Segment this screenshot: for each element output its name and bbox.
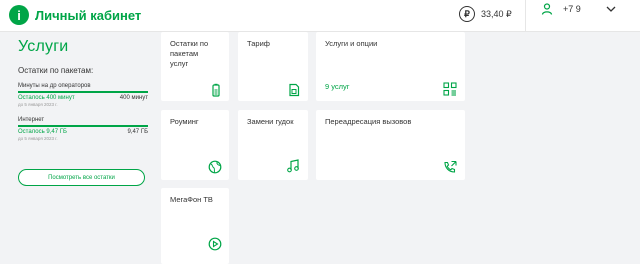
packages-label: Остатки по пакетам: [18,66,94,75]
tile-services-count: 9 услуг [325,82,350,91]
user-phone: +7 9 [563,4,581,14]
packages-sidebar: Услуги Остатки по пакетам: Минуты на др … [18,38,148,141]
package-until: до 5 января 2023 г. [18,136,58,141]
user-icon [541,3,553,15]
package-total: 9,47 ГБ [127,129,148,135]
package-minutes: Минуты на др операторов Осталось 400 мин… [18,83,148,107]
tile-label: Переадресация вызовов [325,117,412,126]
package-until: до 5 января 2023 г. [18,102,58,107]
package-remaining: Осталось 9,47 ГБ [18,129,67,135]
music-note-icon [287,159,299,173]
page-title: Услуги [18,38,69,55]
tile-label: Остатки по пакетам услуг [170,39,209,68]
package-progress-bar [18,91,148,93]
globe-icon [208,160,222,174]
view-all-remaining-button[interactable]: Посмотреть все остатки [18,169,145,186]
sim-card-icon [289,83,300,97]
tile-label: Тариф [247,39,270,48]
battery-icon [212,83,220,97]
package-remaining: Осталось 400 минут [18,95,75,101]
megafon-logo-icon: і [9,5,29,25]
package-progress-bar [18,125,148,127]
tile-megafon-tv[interactable]: МегаФон ТВ [161,188,229,264]
logo-text: Личный кабинет [35,7,142,23]
balance[interactable]: ₽ 33,40 ₽ [459,6,512,22]
tile-roaming[interactable]: Роуминг [161,110,229,180]
tile-label: Роуминг [170,117,199,126]
tile-call-forwarding[interactable]: Переадресация вызовов [316,110,465,180]
qr-list-icon [443,82,457,96]
package-internet: Интернет Осталось 9,47 ГБ 9,47 ГБ до 5 я… [18,117,148,141]
balance-amount: 33,40 ₽ [481,8,512,19]
tile-label: Услуги и опции [325,39,378,48]
tile-label: МегаФон ТВ [170,195,213,204]
top-bar: і Личный кабинет ₽ 33,40 ₽ +7 9 [0,0,640,32]
package-name: Минуты на др операторов [18,83,91,89]
tile-label: Замени гудок [247,117,294,126]
play-icon [208,237,222,251]
header-divider [525,0,526,32]
tile-package-remaining[interactable]: Остатки по пакетам услуг [161,32,229,101]
package-total: 400 минут [119,95,148,101]
call-forward-icon [444,160,457,173]
logo[interactable]: і Личный кабинет [9,5,141,25]
ruble-icon: ₽ [459,6,475,22]
tile-replace-ringback[interactable]: Замени гудок [238,110,308,180]
user-account[interactable]: +7 9 [541,3,581,15]
tile-tariff[interactable]: Тариф [238,32,308,101]
package-name: Интернет [18,117,45,123]
tile-services-options[interactable]: Услуги и опции 9 услуг [316,32,465,101]
chevron-down-icon[interactable] [605,4,617,14]
